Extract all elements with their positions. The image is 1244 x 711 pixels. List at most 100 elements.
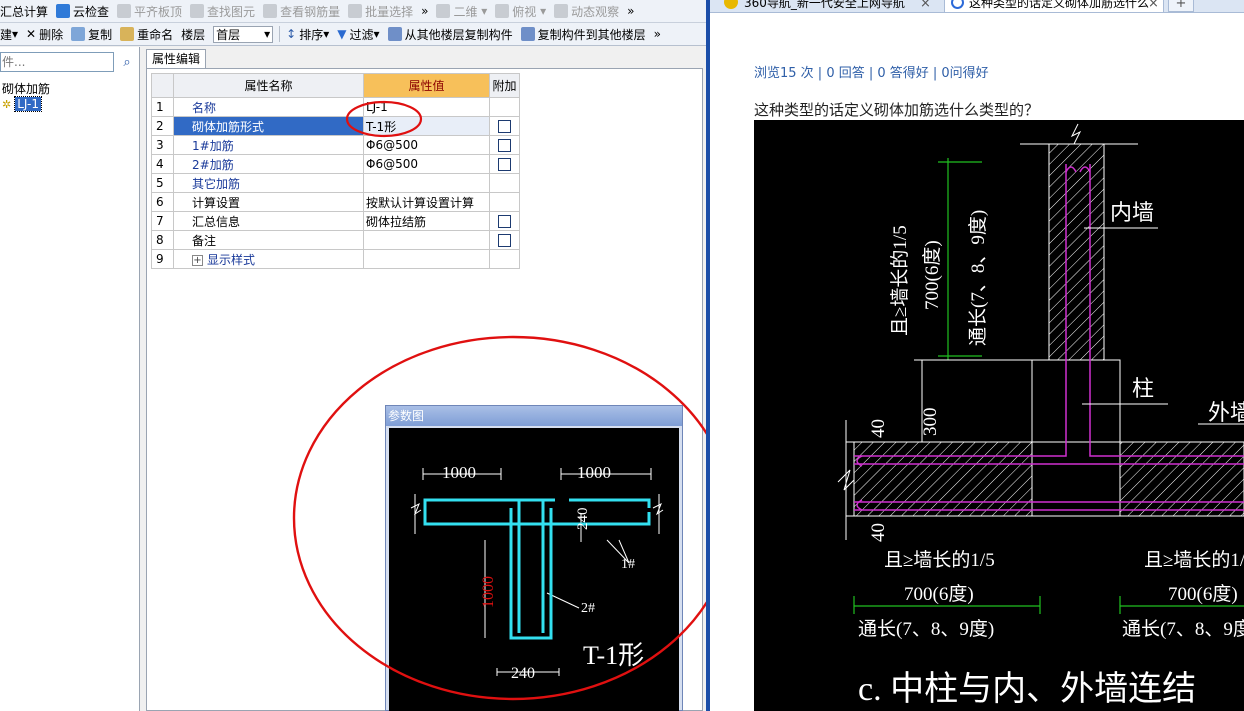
sort-dropdown[interactable]: ↕ 排序 ▾ [282, 24, 333, 45]
row-number: 9 [151, 249, 174, 269]
property-name-header: 属性名称 [173, 73, 364, 98]
tree-root-masonry-rebar[interactable]: 砌体加筋 [2, 80, 50, 97]
binoculars-icon [190, 4, 205, 18]
additional-cell [489, 116, 520, 136]
search-input[interactable]: 件... [0, 52, 114, 72]
copy-from-floor-icon [387, 27, 402, 41]
expand-icon[interactable]: + [192, 254, 203, 266]
new-dropdown[interactable]: 建 ▾ [0, 24, 22, 45]
property-name[interactable]: 1#加筋 [173, 135, 364, 155]
annotation-ellipse-small [345, 100, 423, 138]
view-2d-icon [436, 4, 451, 18]
table-row[interactable]: 5 其它加筋 [151, 173, 520, 193]
toolbar-separator [279, 26, 281, 42]
new-tab-plus-icon[interactable]: + [1168, 0, 1194, 12]
property-value[interactable] [363, 173, 490, 193]
property-table: 属性名称 属性值 附加 1 名称 LJ-1 2 砌体加筋形式 T-1形 3 1#加筋 Φ6@50… [151, 73, 520, 269]
view-2d-dropdown[interactable]: 二维 ▾ [432, 1, 491, 22]
dynamic-view-button[interactable]: 动态观察 [550, 1, 623, 22]
property-value[interactable] [363, 249, 490, 269]
additional-cell [489, 192, 520, 212]
toolbar-overflow-2[interactable]: » [623, 1, 638, 22]
delete-button[interactable]: ✕ 删除 [22, 24, 67, 45]
rename-button[interactable]: 重命名 [116, 24, 177, 45]
copy-to-floor-button[interactable]: 复制构件到其他楼层 [517, 24, 650, 45]
additional-cell [489, 154, 520, 174]
right-note-1: 且≥墙长的1/5 [1144, 549, 1244, 571]
browser-tab-360-nav[interactable]: 360导航_新一代安全上网导航 [720, 0, 940, 13]
property-name[interactable]: 汇总信息 [173, 211, 364, 231]
cloud-check-button[interactable]: 云检查 [52, 1, 113, 22]
additional-cell [489, 211, 520, 231]
annotation-ellipse-large [292, 335, 706, 701]
cloud-check-icon [56, 4, 71, 18]
copy-button[interactable]: 复制 [67, 24, 116, 45]
property-value[interactable]: 按默认计算设置计算 [363, 192, 490, 212]
toolbar-overflow-3[interactable]: » [650, 24, 665, 45]
property-rows: 1 名称 LJ-1 2 砌体加筋形式 T-1形 3 1#加筋 Φ6@500 4 2#加筋 Φ6@500… [151, 97, 520, 269]
floor-select[interactable]: 首层 ▾ [209, 24, 277, 45]
property-name[interactable]: + 显示样式 [173, 249, 364, 269]
tree-item-lj1[interactable]: ✲ LJ-1 [2, 96, 42, 112]
label-outer-wall: 外墙 [1208, 400, 1244, 425]
main-toolbar: 汇总计算 云检查 平齐板顶 查找图元 查看钢筋量 批量选择 » 二维 ▾ 俯视 … [0, 0, 706, 23]
property-value[interactable] [363, 230, 490, 250]
table-row[interactable]: 6 计算设置 按默认计算设置计算 [151, 192, 520, 212]
table-row[interactable]: 1 名称 LJ-1 [151, 97, 520, 117]
filter-dropdown[interactable]: ▼ 过滤 ▾ [333, 24, 383, 45]
property-value[interactable]: Φ6@500 [363, 154, 490, 174]
search-icon[interactable]: ⌕ [117, 53, 137, 71]
toolbar-overflow-1[interactable]: » [417, 1, 432, 22]
browser-tab-question[interactable]: 这种类型的话定义砌体加筋选什么 [944, 0, 1164, 13]
flush-slab-button[interactable]: 平齐板顶 [113, 1, 186, 22]
find-element-button[interactable]: 查找图元 [186, 1, 259, 22]
row-number: 6 [151, 192, 174, 212]
question-stats: 浏览15 次 | 0 回答 | 0 答得好 | 0问得好 [754, 66, 989, 81]
table-row[interactable]: 7 汇总信息 砌体拉结筋 [151, 211, 520, 231]
summary-button[interactable]: 汇总计算 [0, 1, 52, 22]
filter-icon: ▼ [337, 27, 347, 41]
property-value-header: 属性值 [363, 73, 490, 98]
property-name[interactable]: 2#加筋 [173, 154, 364, 174]
close-tab-icon[interactable]: × [920, 0, 931, 11]
row-number-header [151, 73, 174, 98]
batch-select-button[interactable]: 批量选择 [344, 1, 417, 22]
table-row[interactable]: 8 备注 [151, 230, 520, 250]
table-row[interactable]: 4 2#加筋 Φ6@500 [151, 154, 520, 174]
left-note-2: 700(6度) [904, 583, 974, 605]
table-row[interactable]: 3 1#加筋 Φ6@500 [151, 135, 520, 155]
orbit-icon [554, 4, 569, 18]
additional-header: 附加 [489, 73, 520, 98]
left-note-1: 且≥墙长的1/5 [884, 549, 995, 571]
view-rebar-button[interactable]: 查看钢筋量 [259, 1, 344, 22]
table-row[interactable]: 9 + 显示样式 [151, 249, 520, 269]
top-view-dropdown[interactable]: 俯视 ▾ [491, 1, 550, 22]
additional-checkbox[interactable] [498, 234, 511, 247]
additional-checkbox[interactable] [498, 158, 511, 171]
property-name[interactable]: 计算设置 [173, 192, 364, 212]
rename-icon [120, 27, 135, 41]
property-name[interactable]: 其它加筋 [173, 173, 364, 193]
label-column: 柱 [1132, 376, 1154, 401]
additional-checkbox[interactable] [498, 215, 511, 228]
additional-checkbox[interactable] [498, 139, 511, 152]
property-name[interactable]: 备注 [173, 230, 364, 250]
cad-drawing: 内墙 柱 外墙 且≥墙长的1/5 700(6度) 通长(7、8、9度) 300 … [837, 123, 1244, 708]
tab-property-edit[interactable]: 属性编辑 [146, 49, 207, 69]
close-tab-icon[interactable]: × [1148, 0, 1159, 11]
property-name[interactable]: 名称 [173, 97, 364, 117]
cad-caption: c. 中柱与内、外墙连结 [858, 670, 1196, 708]
left-note-3: 通长(7、8、9度) [858, 618, 994, 640]
browser-window: 360导航_新一代安全上网导航 × 这种类型的话定义砌体加筋选什么 × + 浏览… [710, 0, 1244, 711]
property-name[interactable]: 砌体加筋形式 [173, 116, 364, 136]
copy-icon [71, 27, 86, 41]
additional-cell [489, 230, 520, 250]
sort-icon: ↕ [286, 27, 297, 41]
table-row[interactable]: 2 砌体加筋形式 T-1形 [151, 116, 520, 136]
additional-checkbox[interactable] [498, 120, 511, 133]
copy-from-floor-button[interactable]: 从其他楼层复制构件 [384, 24, 517, 45]
rebar-software-window: 汇总计算 云检查 平齐板顶 查找图元 查看钢筋量 批量选择 » 二维 ▾ 俯视 … [0, 0, 706, 711]
property-value[interactable]: 砌体拉结筋 [363, 211, 490, 231]
additional-cell [489, 97, 520, 117]
label-inner-wall: 内墙 [1110, 200, 1154, 225]
